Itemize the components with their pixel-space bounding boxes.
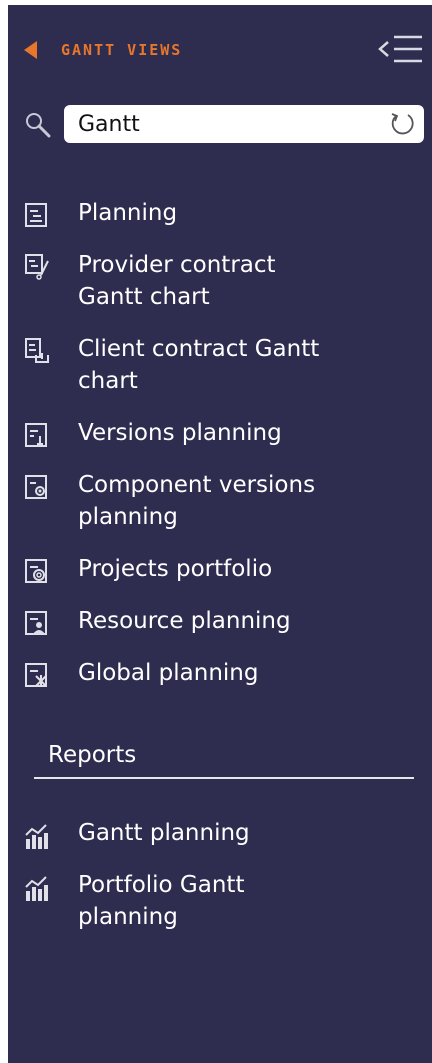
collapse-menu-icon[interactable] (372, 33, 424, 69)
menu-item-label: Resource planning (78, 608, 291, 634)
menu-item-label: Component versions planning (78, 472, 316, 530)
menu-item-portfolio-gantt-planning-report[interactable]: Portfolio Gantt planning (8, 869, 432, 933)
menu-item-label: Planning (78, 200, 178, 226)
bar-chart-icon (25, 876, 48, 901)
search-row (8, 105, 432, 149)
menu-item-global-planning[interactable]: Global planning (8, 657, 432, 693)
menu-item-gantt-planning-report[interactable]: Gantt planning (8, 817, 432, 853)
bar-chart-icon (25, 824, 48, 849)
panel-title: GANTT VIEWS (61, 41, 183, 59)
menu-item-label: Client contract Gantt chart (78, 336, 320, 394)
reports-section-title: Reports (48, 742, 137, 768)
menu-item-provider-contract-gantt-chart[interactable]: Provider contract Gantt chart (8, 249, 432, 313)
menu-item-label: Portfolio Gantt planning (78, 872, 245, 930)
section-divider (34, 777, 414, 779)
menu-item-label: Provider contract Gantt chart (78, 252, 276, 310)
global-planning-icon (25, 663, 47, 687)
versions-planning-icon (25, 423, 47, 447)
gantt-views-panel: GANTT VIEWS Gantt Planning Provider cont… (8, 5, 432, 1063)
menu-item-label: Global planning (78, 660, 259, 686)
component-versions-icon (25, 475, 47, 499)
menu-item-projects-portfolio[interactable]: Projects portfolio (8, 553, 432, 589)
menu-item-label: Projects portfolio (78, 556, 273, 582)
reset-icon[interactable] (388, 110, 416, 138)
menu-item-label: Versions planning (78, 420, 282, 446)
search-box (64, 105, 424, 143)
menu-item-component-versions-planning[interactable]: Component versions planning (8, 469, 432, 533)
projects-portfolio-icon (25, 559, 47, 583)
back-arrow-icon[interactable] (24, 41, 37, 59)
panel-header: GANTT VIEWS (8, 33, 432, 69)
search-input[interactable] (78, 105, 368, 143)
resource-planning-icon (25, 611, 47, 635)
menu-item-planning[interactable]: Planning (8, 197, 432, 233)
menu-item-versions-planning[interactable]: Versions planning (8, 417, 432, 453)
search-icon (26, 113, 51, 138)
client-contract-icon (25, 338, 49, 363)
menu-item-client-contract-gantt-chart[interactable]: Client contract Gantt chart (8, 333, 432, 397)
menu-item-label: Gantt planning (78, 820, 250, 846)
provider-contract-icon (25, 254, 49, 280)
planning-icon (25, 203, 47, 227)
menu-item-resource-planning[interactable]: Resource planning (8, 605, 432, 641)
